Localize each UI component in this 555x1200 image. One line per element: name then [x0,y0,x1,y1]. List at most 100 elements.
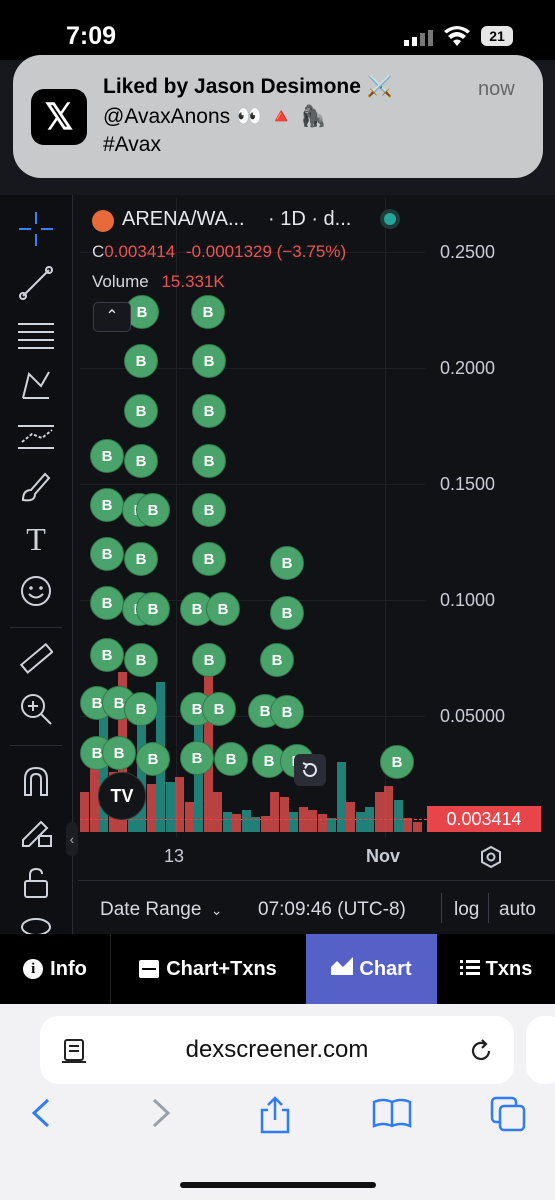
volume-bar [165,782,175,832]
auto-scale-toggle[interactable]: auto [499,899,536,921]
collapse-legend-button[interactable]: ⌃ [93,302,131,332]
zoom-in-icon[interactable] [16,689,56,729]
volume-bar [279,797,289,832]
time-tick: 13 [164,846,185,866]
view-tabs: i Info Chart+Txns Chart Txns [0,934,555,1004]
eye-icon[interactable] [16,913,56,935]
reload-icon[interactable] [468,1038,494,1069]
volume-bar [270,792,279,832]
grid-line [80,600,425,601]
crosshair-icon[interactable] [16,209,56,249]
volume-bar [412,822,422,832]
grid-line [80,368,425,369]
url-text: dexscreener.com [185,1036,369,1063]
gear-icon[interactable] [480,845,502,869]
clock-readout[interactable]: 07:09:46 (UTC-8) [258,899,406,921]
volume-bar [289,812,298,832]
notification-banner[interactable]: 𝕏 Liked by Jason Desimone ⚔️ now @AvaxAn… [13,55,543,178]
volume-bar [137,722,146,832]
split-view-icon [139,960,160,978]
log-scale-toggle[interactable]: log [454,899,479,921]
notification-line1: @AvaxAnons 👀 🔺 🦍 [103,105,327,128]
reset-chart-button[interactable] [294,754,326,786]
volume-bar [308,810,317,832]
divider [441,893,442,923]
volume-bar [222,812,232,832]
volume-bar [184,802,194,832]
notification-time: now [478,78,515,100]
divider [488,893,489,923]
volume-bar [175,777,184,832]
list-icon [459,958,480,981]
magnet-icon[interactable] [16,761,56,801]
price-tick: 0.1000 [440,590,496,610]
tab-txns[interactable]: Txns [437,934,555,1004]
chart-icon [331,957,354,981]
price-tick: 0.2000 [440,358,496,378]
volume-bar [336,762,346,832]
change-value: -0.0001329 (−3.75%) [185,242,347,261]
volume-bar [374,792,384,832]
volume-bar [194,712,203,832]
lock-drawings-icon[interactable] [16,811,56,851]
unlock-icon[interactable] [16,863,56,903]
text-tool-icon[interactable]: T [16,519,56,559]
emoji-icon[interactable] [16,571,56,611]
price-tick: 0.2500 [440,242,496,262]
tab-info[interactable]: i Info [0,934,110,1004]
volume-value: 15.331K [161,272,225,291]
chevron-up-icon: ⌃ [105,308,119,325]
close-value: 0.003414 [104,242,176,261]
volume-bar [203,652,213,832]
next-tab-preview[interactable] [526,1016,555,1084]
volume-bar [327,818,336,832]
collapse-toolbar-handle[interactable]: ‹ [66,822,78,856]
volume-row: Volume 15.331K [92,272,225,292]
notification-title: Liked by Jason Desimone ⚔️ [103,75,393,98]
horizontal-lines-icon[interactable] [16,315,56,355]
bookmarks-icon[interactable] [372,1096,412,1139]
info-icon: i [23,959,44,979]
volume-bar [146,784,156,832]
pattern-icon[interactable] [16,365,56,405]
forecast-icon[interactable] [16,417,56,457]
tab-chart-label: Chart [359,957,412,980]
toolbar-divider [10,627,62,628]
date-range-button[interactable]: Date Range ⌄ [100,899,222,921]
arena-logo-icon [92,210,114,232]
tab-chart-txns[interactable]: Chart+Txns [111,934,305,1004]
tab-info-label: Info [50,957,87,980]
tradingview-logo[interactable]: TV [98,772,146,820]
home-indicator [180,1182,376,1188]
volume-bar [317,814,327,832]
volume-bar [156,682,165,832]
pair-legend[interactable]: ARENA/WA... · 1D · d... [92,208,422,236]
brush-icon[interactable] [16,467,56,507]
tabs-icon[interactable] [490,1096,528,1141]
close-prefix: C [92,242,105,261]
battery-icon: 21 [481,26,513,46]
address-bar[interactable]: dexscreener.com [40,1016,514,1084]
tab-chart[interactable]: Chart [306,934,437,1004]
notification-line2: #Avax [103,133,161,156]
ruler-icon[interactable] [16,639,56,679]
date-range-label: Date Range [100,899,202,920]
tab-txns-label: Txns [485,957,533,980]
volume-bar [346,802,355,832]
reset-icon [302,762,317,777]
share-icon[interactable] [258,1096,292,1143]
volume-bar [384,786,393,832]
forward-icon[interactable] [150,1096,172,1139]
pair-name: ARENA/WA... [122,208,245,230]
toolbar-divider [10,745,62,746]
signal-icon [404,30,434,46]
browser-toolbar: dexscreener.com [0,1004,555,1200]
current-price-tag: 0.003414 [427,806,541,832]
price-tick: 0.1500 [440,474,496,494]
volume-bar [80,792,89,832]
back-icon[interactable] [30,1096,52,1139]
volume-bar [232,814,241,832]
time-tick: Nov [366,846,401,866]
trend-line-icon[interactable] [16,263,56,303]
volume-bar [241,810,251,832]
